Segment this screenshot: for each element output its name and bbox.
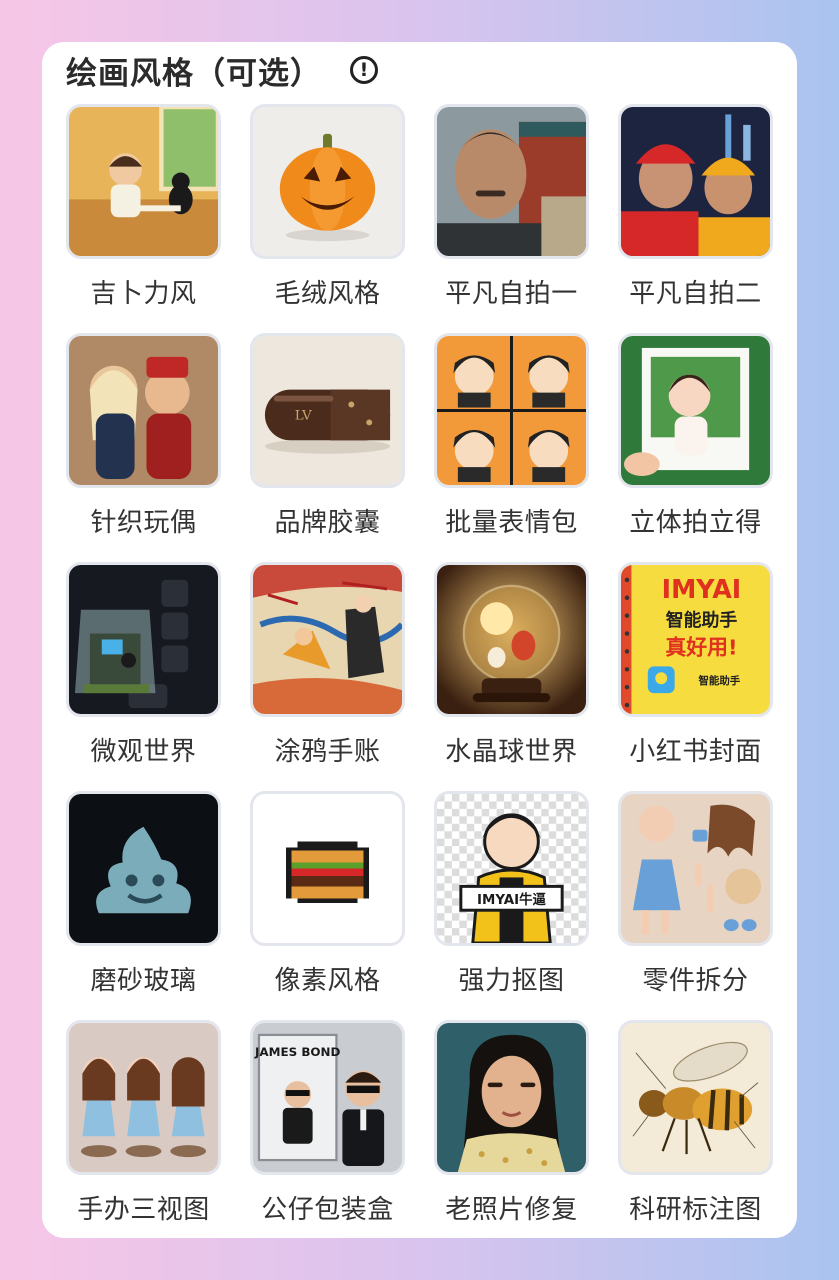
style-label: 平凡自拍一 <box>445 279 578 309</box>
style-label: 毛绒风格 <box>274 279 381 309</box>
style-option-doodle-journal[interactable]: 涂鸦手账 <box>250 562 405 791</box>
style-option-selfie-two[interactable]: 平凡自拍二 <box>618 104 773 333</box>
toy-box-thumbnail: JAMES BOND <box>250 1020 405 1175</box>
selfie-two-thumbnail <box>618 104 773 259</box>
style-panel: 绘画风格（可选） ! 吉卜力风 毛绒风格 平凡自拍一 平凡自拍二 针织玩偶 LV… <box>42 42 797 1238</box>
style-label: 公仔包装盒 <box>261 1195 394 1225</box>
style-label: 涂鸦手账 <box>274 737 381 767</box>
cutout-sign-text: IMYAI牛逼 <box>477 891 547 908</box>
knitted-doll-thumbnail <box>66 333 221 488</box>
style-label: 吉卜力风 <box>90 279 197 309</box>
selfie-one-thumbnail <box>434 104 589 259</box>
xiaohongshu-cover-thumbnail: IMYAI 智能助手 真好用! 智能助手 <box>618 562 773 717</box>
micro-world-thumbnail <box>66 562 221 717</box>
panel-header: 绘画风格（可选） ! <box>66 46 378 94</box>
style-option-selfie-one[interactable]: 平凡自拍一 <box>434 104 589 333</box>
style-option-felt[interactable]: 毛绒风格 <box>250 104 405 333</box>
pixel-thumbnail <box>250 791 405 946</box>
style-grid: 吉卜力风 毛绒风格 平凡自拍一 平凡自拍二 针织玩偶 LV 品牌胶囊 批量表情包… <box>66 104 773 1249</box>
3d-polaroid-thumbnail <box>618 333 773 488</box>
sticker-pack-thumbnail <box>434 333 589 488</box>
svg-text:LV: LV <box>295 408 312 423</box>
style-label: 老照片修复 <box>445 1195 578 1225</box>
style-label: 批量表情包 <box>445 508 578 538</box>
doodle-journal-thumbnail <box>250 562 405 717</box>
style-option-3d-polaroid[interactable]: 立体拍立得 <box>618 333 773 562</box>
panel-title: 绘画风格（可选） <box>66 55 322 92</box>
style-option-crystal-ball[interactable]: 水晶球世界 <box>434 562 589 791</box>
cover-line-2: 智能助手 <box>666 609 738 631</box>
style-label: 手办三视图 <box>77 1195 210 1225</box>
style-label: 立体拍立得 <box>629 508 762 538</box>
style-label: 像素风格 <box>274 966 381 996</box>
style-option-toy-box[interactable]: JAMES BOND 公仔包装盒 <box>250 1020 405 1249</box>
style-option-knitted-doll[interactable]: 针织玩偶 <box>66 333 221 562</box>
style-label: 零件拆分 <box>642 966 749 996</box>
info-circle-icon[interactable]: ! <box>350 56 378 84</box>
crystal-ball-thumbnail <box>434 562 589 717</box>
style-option-old-photo[interactable]: 老照片修复 <box>434 1020 589 1249</box>
annotated-thumbnail <box>618 1020 773 1175</box>
ghibli-thumbnail <box>66 104 221 259</box>
brand-capsule-thumbnail: LV <box>250 333 405 488</box>
style-label: 平凡自拍二 <box>629 279 762 309</box>
style-option-xiaohongshu-cover[interactable]: IMYAI 智能助手 真好用! 智能助手 小红书封面 <box>618 562 773 791</box>
old-photo-thumbnail <box>434 1020 589 1175</box>
frosted-glass-thumbnail <box>66 791 221 946</box>
style-option-cutout[interactable]: IMYAI牛逼 强力抠图 <box>434 791 589 1020</box>
style-option-micro-world[interactable]: 微观世界 <box>66 562 221 791</box>
style-option-sticker-pack[interactable]: 批量表情包 <box>434 333 589 562</box>
style-option-pixel[interactable]: 像素风格 <box>250 791 405 1020</box>
style-label: 水晶球世界 <box>445 737 578 767</box>
three-views-thumbnail <box>66 1020 221 1175</box>
style-option-three-views[interactable]: 手办三视图 <box>66 1020 221 1249</box>
style-label: 针织玩偶 <box>90 508 197 538</box>
style-label: 科研标注图 <box>629 1195 762 1225</box>
toy-box-text: JAMES BOND <box>254 1045 341 1059</box>
style-label: 磨砂玻璃 <box>90 966 197 996</box>
style-label: 微观世界 <box>90 737 197 767</box>
style-option-ghibli[interactable]: 吉卜力风 <box>66 104 221 333</box>
style-option-frosted-glass[interactable]: 磨砂玻璃 <box>66 791 221 1020</box>
style-label: 强力抠图 <box>458 966 565 996</box>
style-label: 小红书封面 <box>629 737 762 767</box>
cover-title: IMYAI <box>662 574 742 604</box>
cutout-thumbnail: IMYAI牛逼 <box>434 791 589 946</box>
parts-split-thumbnail <box>618 791 773 946</box>
style-option-parts-split[interactable]: 零件拆分 <box>618 791 773 1020</box>
style-option-annotated[interactable]: 科研标注图 <box>618 1020 773 1249</box>
style-option-brand-capsule[interactable]: LV 品牌胶囊 <box>250 333 405 562</box>
felt-pumpkin-thumbnail <box>250 104 405 259</box>
style-label: 品牌胶囊 <box>274 508 381 538</box>
cover-line-3: 真好用! <box>665 635 737 659</box>
cover-badge: 智能助手 <box>697 674 740 687</box>
